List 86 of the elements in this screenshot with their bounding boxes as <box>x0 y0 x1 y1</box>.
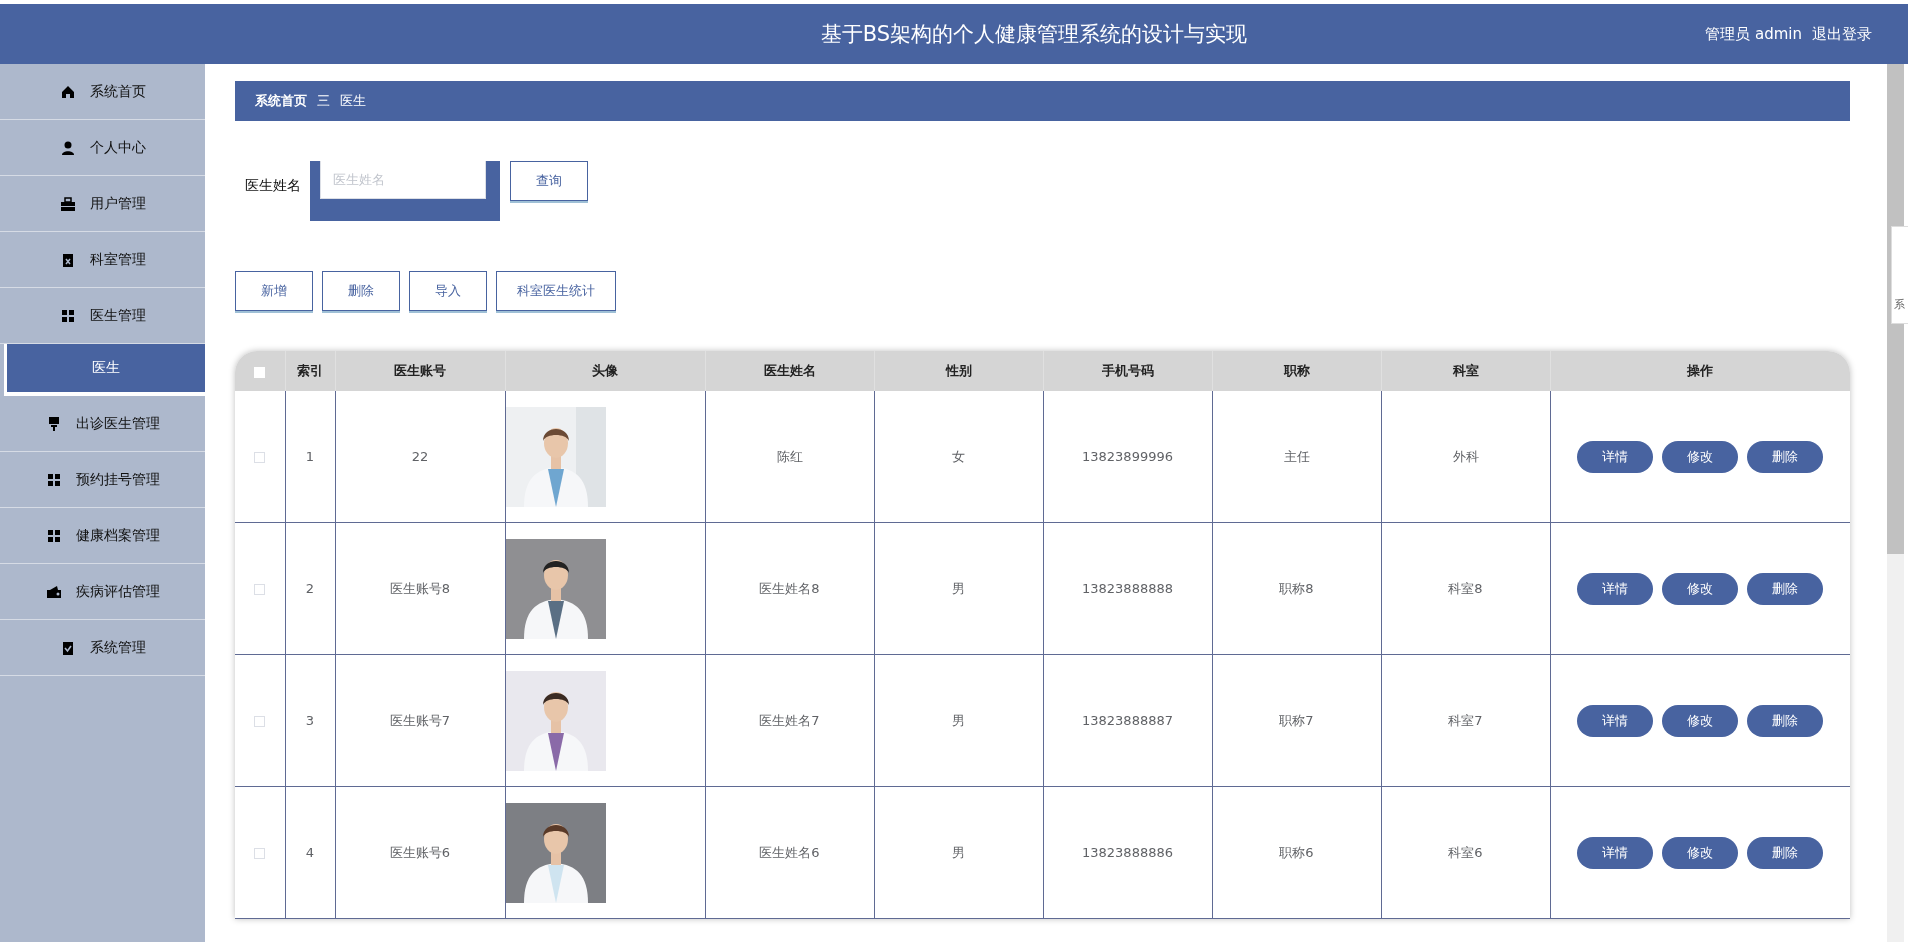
statistics-button[interactable]: 科室医生统计 <box>496 271 616 311</box>
table-cell: 医生姓名7 <box>759 712 820 728</box>
table-cell: 22 <box>411 449 429 464</box>
table-cell: 科室8 <box>1448 580 1483 596</box>
edit-button[interactable]: 修改 <box>1662 440 1739 473</box>
edit-button[interactable]: 修改 <box>1662 572 1739 605</box>
table-cell: 4 <box>305 845 315 860</box>
table-cell: 科室7 <box>1448 712 1483 728</box>
table-cell: 男 <box>952 844 965 860</box>
table-cell: 科室6 <box>1448 844 1483 860</box>
row-checkbox[interactable] <box>254 584 266 595</box>
row-checkbox[interactable] <box>254 452 266 463</box>
edit-button[interactable]: 修改 <box>1662 836 1739 869</box>
delete-button[interactable]: 删除 <box>1747 440 1824 473</box>
row-checkbox[interactable] <box>254 716 266 727</box>
sidebar-item[interactable]: 疾病评估管理 <box>0 564 205 620</box>
delete-button[interactable]: 删除 <box>1747 704 1824 737</box>
table-cell: 医生账号6 <box>389 844 451 860</box>
table-cell: 医生姓名8 <box>759 580 820 596</box>
table-cell: 陈红 <box>776 448 803 464</box>
wallet-icon <box>45 583 62 600</box>
edit-button[interactable]: 修改 <box>1662 704 1739 737</box>
table-cell: 13823888886 <box>1082 845 1173 860</box>
sidebar-item[interactable]: 科室管理 <box>0 232 205 288</box>
table-cell: 主任 <box>1283 448 1310 464</box>
column-header: 操作 <box>1687 363 1714 378</box>
sidebar-item[interactable]: 系统管理 <box>0 620 205 676</box>
sidebar-item[interactable]: 预约挂号管理 <box>0 452 205 508</box>
table-cell: 外科 <box>1452 448 1479 464</box>
field-label: 医生姓名 <box>245 177 301 195</box>
sidebar-item[interactable]: 用户管理 <box>0 176 205 232</box>
column-header: 职称 <box>1283 363 1310 378</box>
details-button[interactable]: 详情 <box>1577 836 1654 869</box>
search-field[interactable]: 医生姓名 <box>310 161 500 221</box>
details-button[interactable]: 详情 <box>1577 704 1654 737</box>
add-button[interactable]: 新增 <box>235 271 313 311</box>
table-cell: 医生姓名6 <box>759 844 820 860</box>
sidebar-item[interactable]: 出诊医生管理 <box>0 396 205 452</box>
column-header: 索引 <box>297 363 323 378</box>
grid-icon <box>45 527 62 544</box>
row-checkbox[interactable] <box>254 848 266 859</box>
delete-button[interactable]: 删除 <box>1747 572 1824 605</box>
sidebar-item[interactable]: 健康档案管理 <box>0 508 205 564</box>
delete-button[interactable]: 删除 <box>322 271 400 311</box>
sidebar-item[interactable]: 系统首页 <box>0 64 205 120</box>
table-cell: 男 <box>952 712 965 728</box>
column-header: 医生姓名 <box>763 363 816 378</box>
select-all-checkbox[interactable] <box>254 366 266 378</box>
column-header: 性别 <box>945 363 972 378</box>
scrollbar[interactable] <box>1887 64 1904 942</box>
column-header: 医生账号 <box>394 363 446 378</box>
table-cell: 3 <box>305 713 315 728</box>
column-header: 头像 <box>592 363 618 378</box>
user-label: 管理员 admin <box>1705 24 1802 44</box>
details-button[interactable]: 详情 <box>1577 440 1654 473</box>
briefcase-icon <box>59 195 76 212</box>
column-header: 手机号码 <box>1101 363 1154 378</box>
table-cell: 13823888888 <box>1082 581 1173 596</box>
logout-link[interactable]: 退出登录 <box>1812 24 1872 44</box>
grid-icon <box>59 307 76 324</box>
table-cell: 13823888887 <box>1082 713 1173 728</box>
delete-button[interactable]: 删除 <box>1747 836 1824 869</box>
table-cell: 女 <box>952 448 965 464</box>
app-title: 基于BS架构的个人健康管理系统的设计与实现 <box>820 22 1248 46</box>
table-cell: 男 <box>952 580 965 596</box>
table-cell: 医生账号8 <box>389 580 451 596</box>
column-header: 科室 <box>1452 363 1479 378</box>
details-button[interactable]: 详情 <box>1577 572 1654 605</box>
table-cell: 2 <box>305 581 315 596</box>
table-cell: 职称8 <box>1279 580 1314 596</box>
search-button[interactable]: 查询 <box>510 161 588 201</box>
table-cell: 职称7 <box>1279 712 1314 728</box>
popup-text: 系 <box>1894 297 1905 312</box>
table-cell: 职称6 <box>1279 844 1314 860</box>
submenu-item[interactable]: 医生 <box>4 344 205 396</box>
separator-icon: 三 <box>317 92 330 110</box>
table-cell: 1 <box>305 449 315 464</box>
breadcrumb-current: 医生 <box>340 92 366 110</box>
table-cell: 医生账号7 <box>389 712 451 728</box>
grid-icon <box>45 471 62 488</box>
import-button[interactable]: 导入 <box>409 271 487 311</box>
sidebar-item[interactable]: 个人中心 <box>0 120 205 176</box>
breadcrumb-link[interactable]: 系统首页 <box>255 92 307 110</box>
home-icon <box>59 83 76 100</box>
table-cell: 13823899996 <box>1082 449 1173 464</box>
user-icon <box>59 139 76 156</box>
